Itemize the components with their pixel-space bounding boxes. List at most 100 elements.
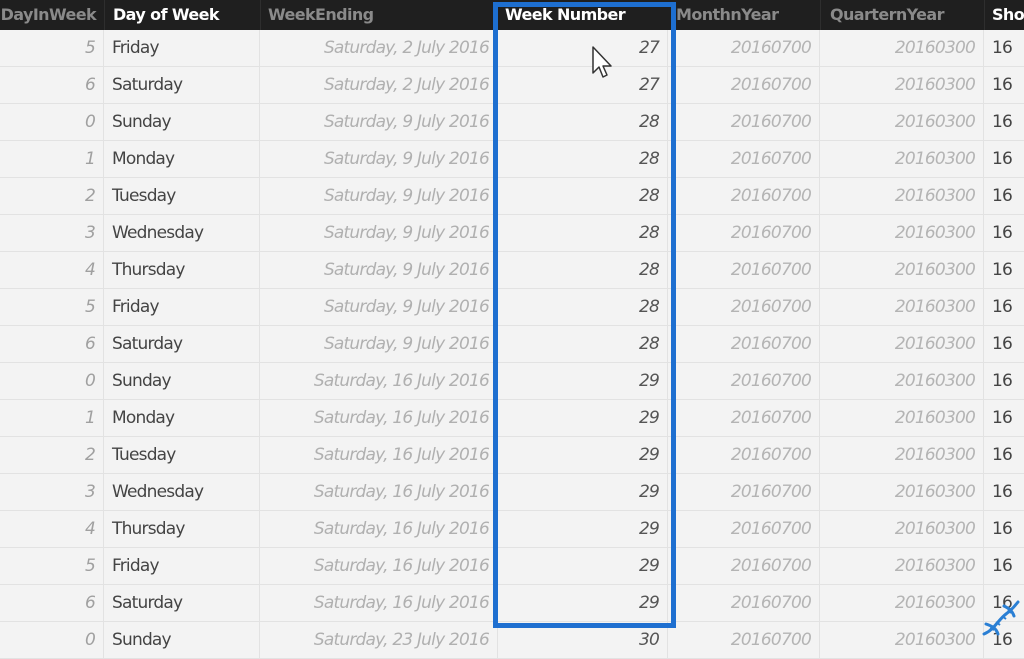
cell-short-year[interactable]: 16 (984, 363, 1024, 399)
cell-quarteryear[interactable]: 20160300 (820, 622, 984, 658)
cell-dayinweek[interactable]: 0 (0, 363, 104, 399)
cell-day-of-week[interactable]: Friday (104, 30, 260, 66)
cell-quarteryear[interactable]: 20160300 (820, 178, 984, 214)
cell-dayinweek[interactable]: 5 (0, 30, 104, 66)
cell-week-number[interactable]: 28 (498, 141, 668, 177)
cell-week-number[interactable]: 29 (498, 585, 668, 621)
cell-day-of-week[interactable]: Monday (104, 400, 260, 436)
cell-weekending[interactable]: Saturday, 16 July 2016 (260, 585, 498, 621)
cell-weekending[interactable]: Saturday, 2 July 2016 (260, 67, 498, 103)
cell-dayinweek[interactable]: 1 (0, 141, 104, 177)
cell-weekending[interactable]: Saturday, 9 July 2016 (260, 326, 498, 362)
cell-quarteryear[interactable]: 20160300 (820, 30, 984, 66)
cell-weekending[interactable]: Saturday, 23 July 2016 (260, 622, 498, 658)
cell-weekending[interactable]: Saturday, 9 July 2016 (260, 215, 498, 251)
cell-short-year[interactable]: 16 (984, 548, 1024, 584)
cell-monthyear[interactable]: 20160700 (668, 585, 820, 621)
cell-dayinweek[interactable]: 6 (0, 67, 104, 103)
column-header-weekending[interactable]: WeekEnding (268, 0, 494, 30)
cell-dayinweek[interactable]: 3 (0, 474, 104, 510)
cell-weekending[interactable]: Saturday, 9 July 2016 (260, 178, 498, 214)
cell-dayinweek[interactable]: 4 (0, 511, 104, 547)
cell-dayinweek[interactable]: 2 (0, 178, 104, 214)
cell-weekending[interactable]: Saturday, 16 July 2016 (260, 437, 498, 473)
column-divider[interactable] (104, 0, 105, 30)
cell-week-number[interactable]: 27 (498, 30, 668, 66)
cell-day-of-week[interactable]: Thursday (104, 252, 260, 288)
table-row[interactable]: 1 Monday Saturday, 9 July 2016 28 20160700 20… (0, 141, 1024, 178)
cell-monthyear[interactable]: 20160700 (668, 363, 820, 399)
cell-day-of-week[interactable]: Monday (104, 141, 260, 177)
table-row[interactable]: 0 Sunday Saturday, 9 July 2016 28 20160700 20… (0, 104, 1024, 141)
cell-weekending[interactable]: Saturday, 16 July 2016 (260, 400, 498, 436)
column-divider[interactable] (260, 0, 261, 30)
cell-quarteryear[interactable]: 20160300 (820, 363, 984, 399)
cell-short-year[interactable]: 16 (984, 67, 1024, 103)
cell-quarteryear[interactable]: 20160300 (820, 400, 984, 436)
cell-weekending[interactable]: Saturday, 9 July 2016 (260, 141, 498, 177)
cell-monthyear[interactable]: 20160700 (668, 141, 820, 177)
cell-day-of-week[interactable]: Friday (104, 289, 260, 325)
cell-week-number[interactable]: 29 (498, 474, 668, 510)
cell-week-number[interactable]: 30 (498, 622, 668, 658)
table-row[interactable]: 4 Thursday Saturday, 16 July 2016 29 2016070… (0, 511, 1024, 548)
cell-quarteryear[interactable]: 20160300 (820, 215, 984, 251)
cell-week-number[interactable]: 29 (498, 363, 668, 399)
cell-monthyear[interactable]: 20160700 (668, 548, 820, 584)
cell-dayinweek[interactable]: 0 (0, 622, 104, 658)
cell-day-of-week[interactable]: Friday (104, 548, 260, 584)
cell-quarteryear[interactable]: 20160300 (820, 437, 984, 473)
cell-short-year[interactable]: 16 (984, 104, 1024, 140)
cell-monthyear[interactable]: 20160700 (668, 67, 820, 103)
column-header-week-number[interactable]: Week Number (505, 0, 665, 30)
cell-monthyear[interactable]: 20160700 (668, 511, 820, 547)
cell-weekending[interactable]: Saturday, 16 July 2016 (260, 474, 498, 510)
table-row[interactable]: 2 Tuesday Saturday, 16 July 2016 29 20160700… (0, 437, 1024, 474)
cell-quarteryear[interactable]: 20160300 (820, 289, 984, 325)
column-header-monthyear[interactable]: MonthnYear (676, 0, 818, 30)
column-divider[interactable] (984, 0, 985, 30)
table-row[interactable]: 6 Saturday Saturday, 16 July 2016 29 2016070… (0, 585, 1024, 622)
cell-dayinweek[interactable]: 1 (0, 400, 104, 436)
column-header-quarteryear[interactable]: QuarternYear (830, 0, 980, 30)
cell-short-year[interactable]: 16 (984, 178, 1024, 214)
cell-monthyear[interactable]: 20160700 (668, 252, 820, 288)
column-header-short-year[interactable]: ShortYear (992, 0, 1024, 30)
cell-quarteryear[interactable]: 20160300 (820, 141, 984, 177)
cell-short-year[interactable]: 16 (984, 474, 1024, 510)
cell-short-year[interactable]: 16 (984, 252, 1024, 288)
cell-quarteryear[interactable]: 20160300 (820, 326, 984, 362)
cell-weekending[interactable]: Saturday, 9 July 2016 (260, 289, 498, 325)
cell-week-number[interactable]: 27 (498, 67, 668, 103)
cell-dayinweek[interactable]: 3 (0, 215, 104, 251)
table-row[interactable]: 1 Monday Saturday, 16 July 2016 29 20160700 2… (0, 400, 1024, 437)
cell-monthyear[interactable]: 20160700 (668, 474, 820, 510)
cell-quarteryear[interactable]: 20160300 (820, 511, 984, 547)
cell-dayinweek[interactable]: 5 (0, 289, 104, 325)
cell-quarteryear[interactable]: 20160300 (820, 585, 984, 621)
cell-weekending[interactable]: Saturday, 9 July 2016 (260, 252, 498, 288)
table-row[interactable]: 5 Friday Saturday, 16 July 2016 29 20160700 2… (0, 548, 1024, 585)
cell-monthyear[interactable]: 20160700 (668, 178, 820, 214)
cell-short-year[interactable]: 16 (984, 437, 1024, 473)
cell-monthyear[interactable]: 20160700 (668, 30, 820, 66)
cell-dayinweek[interactable]: 2 (0, 437, 104, 473)
table-row[interactable]: 3 Wednesday Saturday, 9 July 2016 28 2016070… (0, 215, 1024, 252)
cell-week-number[interactable]: 28 (498, 178, 668, 214)
cell-short-year[interactable]: 16 (984, 30, 1024, 66)
column-header-dayinweek[interactable]: DayInWeek (0, 0, 100, 30)
cell-day-of-week[interactable]: Thursday (104, 511, 260, 547)
cell-day-of-week[interactable]: Saturday (104, 326, 260, 362)
cell-quarteryear[interactable]: 20160300 (820, 67, 984, 103)
cell-monthyear[interactable]: 20160700 (668, 326, 820, 362)
cell-weekending[interactable]: Saturday, 2 July 2016 (260, 30, 498, 66)
cell-monthyear[interactable]: 20160700 (668, 622, 820, 658)
cell-monthyear[interactable]: 20160700 (668, 215, 820, 251)
cell-weekending[interactable]: Saturday, 16 July 2016 (260, 363, 498, 399)
cell-dayinweek[interactable]: 6 (0, 585, 104, 621)
cell-monthyear[interactable]: 20160700 (668, 104, 820, 140)
cell-day-of-week[interactable]: Saturday (104, 67, 260, 103)
cell-weekending[interactable]: Saturday, 16 July 2016 (260, 548, 498, 584)
cell-monthyear[interactable]: 20160700 (668, 437, 820, 473)
cell-week-number[interactable]: 28 (498, 326, 668, 362)
